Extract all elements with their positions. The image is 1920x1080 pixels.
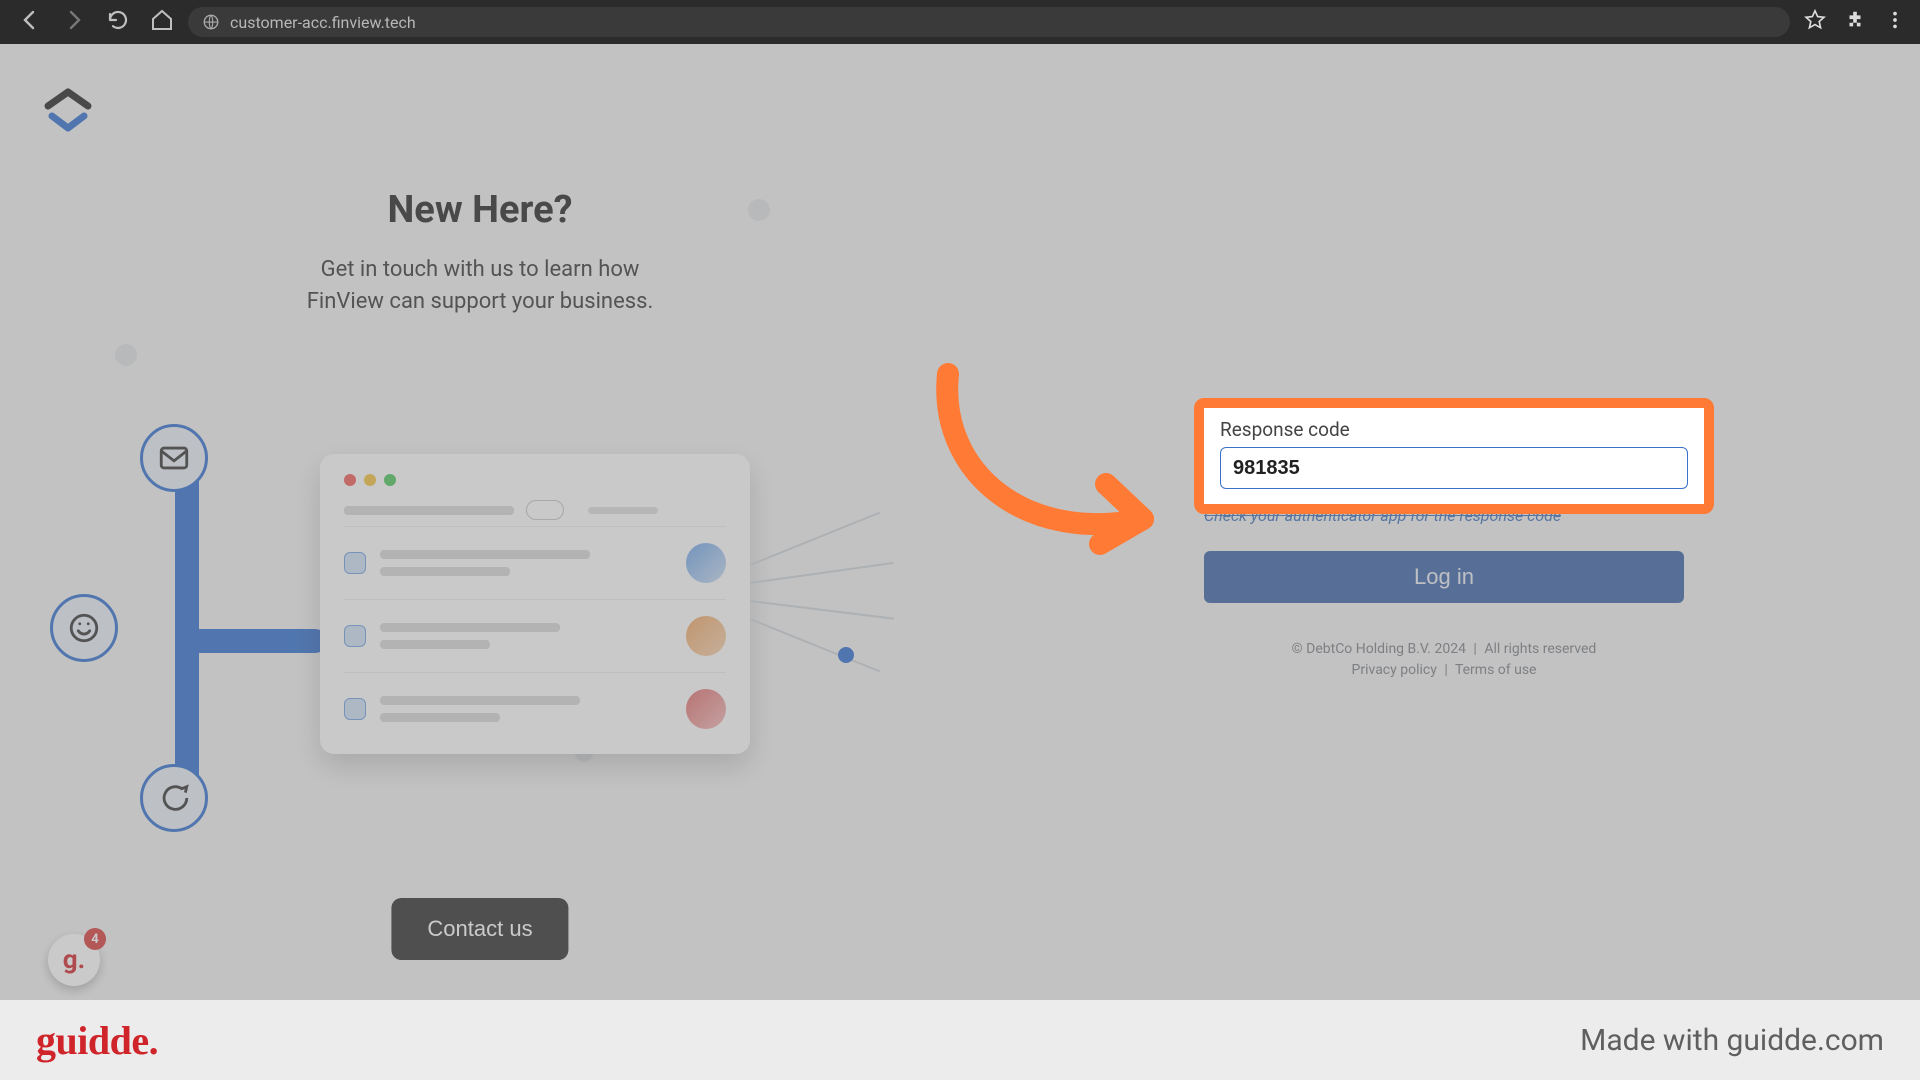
mail-icon [140, 424, 208, 492]
contact-us-button[interactable]: Contact us [391, 898, 568, 960]
star-icon[interactable] [1804, 9, 1826, 35]
annotation-highlight: Response code [1194, 398, 1714, 514]
finview-logo [40, 86, 96, 146]
annotation-arrow-icon [908, 344, 1178, 584]
connector-line [175, 459, 199, 799]
target-dot [838, 647, 854, 663]
login-button[interactable]: Log in [1204, 551, 1684, 603]
extensions-icon[interactable] [1844, 9, 1866, 35]
terms-link[interactable]: Terms of use [1455, 662, 1537, 678]
whatsapp-icon [50, 594, 118, 662]
widget-badge: 4 [84, 928, 106, 950]
heading-new-here: New Here? [40, 188, 920, 232]
illustration [30, 399, 870, 829]
legal-text: © DebtCo Holding B.V. 2024 | All rights … [1204, 639, 1684, 681]
forward-icon[interactable] [62, 8, 86, 36]
illustration-card [320, 454, 750, 754]
guidde-logo: guidde. [36, 1017, 158, 1064]
response-code-input[interactable] [1220, 447, 1688, 489]
made-with-text: Made with guidde.com [1580, 1023, 1884, 1058]
guidde-widget[interactable]: g. 4 [48, 934, 100, 986]
privacy-link[interactable]: Privacy policy [1352, 662, 1437, 678]
back-icon[interactable] [18, 8, 42, 36]
url-text: customer-acc.finview.tech [230, 13, 416, 32]
reload-icon[interactable] [106, 8, 130, 36]
globe-icon [202, 13, 220, 31]
response-code-label: Response code [1220, 418, 1688, 441]
chat-icon [140, 764, 208, 832]
subheading: Get in touch with us to learn how FinVie… [40, 254, 920, 318]
browser-toolbar: customer-acc.finview.tech [0, 0, 1920, 44]
guidde-footer: guidde. Made with guidde.com [0, 1000, 1920, 1080]
address-bar[interactable]: customer-acc.finview.tech [188, 7, 1790, 37]
home-icon[interactable] [150, 8, 174, 36]
kebab-menu-icon[interactable] [1884, 9, 1906, 35]
